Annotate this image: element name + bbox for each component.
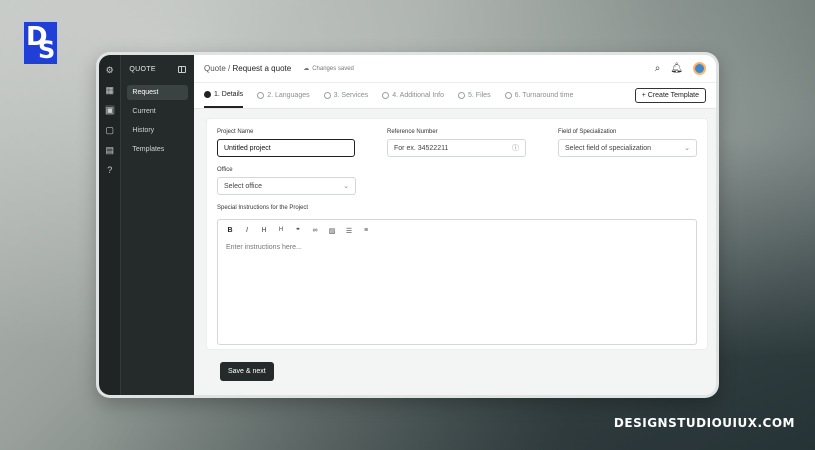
sidebar-item-templates[interactable]: Templates [127, 142, 188, 157]
tab-additional-info[interactable]: 4. Additional Info [382, 83, 444, 108]
saved-status: ☁ Changes saved [303, 65, 354, 73]
brand-watermark: DESIGNSTUDIOUIUX.COM [613, 416, 795, 430]
bold-icon[interactable]: B [226, 227, 234, 235]
project-name-label: Project Name [217, 129, 254, 135]
specialization-label: Field of Specialization [558, 129, 617, 135]
link-icon[interactable]: ∞ [311, 227, 319, 235]
check-circle-icon [504, 92, 512, 99]
check-circle-icon [257, 92, 265, 99]
save-next-button[interactable]: Save & next [220, 362, 274, 381]
specialization-select[interactable]: Select field of specialization ⌄ [558, 139, 697, 157]
office-label: Office [217, 167, 233, 173]
breadcrumb-current: Request a quote [232, 64, 292, 73]
italic-icon[interactable]: I [243, 227, 251, 235]
reference-number-label: Reference Number [387, 129, 438, 135]
breadcrumb: Quote / Request a quote [204, 64, 291, 73]
editor-toolbar: B I H H ❞ ∞ ▨ ☰ ≡ [218, 220, 696, 242]
project-name-value: Untitled project [224, 144, 271, 152]
image-icon[interactable]: ▨ [328, 227, 336, 235]
tab-files[interactable]: 5. Files [458, 83, 491, 108]
office-field: Office Select office ⌄ [217, 167, 356, 195]
project-name-input[interactable]: Untitled project [217, 139, 355, 157]
avatar[interactable] [693, 62, 706, 75]
tab-label: 1. Details [214, 91, 244, 98]
create-template-button[interactable]: + Create Template [634, 88, 706, 103]
collapse-sidebar-icon[interactable] [178, 65, 186, 73]
top-bar: Quote / Request a quote ☁ Changes saved … [194, 55, 716, 83]
top-actions: ⌕ 🔔︎ [655, 62, 706, 75]
instructions-editor[interactable]: B I H H ❞ ∞ ▨ ☰ ≡ Enter instructions her… [217, 219, 697, 345]
search-icon[interactable]: ⌕ [655, 63, 661, 74]
projects-icon[interactable]: ▢ [105, 125, 115, 135]
logo-letter-s: S [38, 36, 56, 64]
tab-label: 2. Languages [267, 92, 310, 99]
chevron-down-icon: ⌄ [343, 183, 349, 190]
sidebar-header: QUOTE [121, 55, 194, 83]
saved-status-text: Changes saved [312, 65, 354, 72]
sidebar-item-history[interactable]: History [127, 123, 188, 138]
office-select[interactable]: Select office ⌄ [217, 177, 356, 195]
designstudio-logo: D S [24, 22, 57, 64]
sidebar-item-request[interactable]: Request [127, 85, 188, 100]
quote-icon[interactable]: ❞ [294, 227, 302, 235]
details-form-card: Project Name Untitled project Reference … [206, 118, 708, 350]
main-content: Quote / Request a quote ☁ Changes saved … [194, 55, 716, 395]
heading2-icon[interactable]: H [277, 227, 285, 235]
documents-icon[interactable]: ▤ [105, 145, 115, 155]
app-window: ⚙ ▦ ▣ ▢ ▤ ? QUOTE Request Current Histor… [99, 55, 716, 395]
reference-number-field: Reference Number For ex. 34522211 ⓘ [387, 129, 526, 157]
tab-details[interactable]: 1. Details [204, 83, 244, 108]
help-icon[interactable]: ? [105, 165, 115, 175]
bell-icon[interactable]: 🔔︎ [670, 63, 683, 74]
device-frame: ⚙ ▦ ▣ ▢ ▤ ? QUOTE Request Current Histor… [96, 52, 719, 398]
check-circle-icon [458, 92, 466, 99]
dashboard-icon[interactable]: ▦ [105, 85, 115, 95]
specialization-field: Field of Specialization Select field of … [558, 129, 697, 157]
check-circle-icon [323, 92, 331, 99]
tab-languages[interactable]: 2. Languages [257, 83, 310, 108]
heading1-icon[interactable]: H [260, 227, 268, 235]
instructions-placeholder: Enter instructions here... [226, 244, 302, 251]
project-name-field: Project Name Untitled project [217, 129, 355, 157]
office-value: Select office [224, 182, 263, 190]
step-tabs: 1. Details 2. Languages 3. Services 4. A… [194, 83, 716, 109]
bullet-list-icon[interactable]: ☰ [345, 227, 353, 235]
cloud-icon: ☁ [303, 66, 310, 72]
reference-number-input[interactable]: For ex. 34522211 ⓘ [387, 139, 526, 157]
quote-icon[interactable]: ▣ [104, 105, 115, 115]
check-circle-icon [204, 91, 211, 98]
sidebar-title: QUOTE [129, 65, 156, 73]
icon-rail: ⚙ ▦ ▣ ▢ ▤ ? [99, 55, 122, 395]
tab-services[interactable]: 3. Services [323, 83, 369, 108]
chevron-down-icon: ⌄ [684, 145, 690, 152]
tab-label: 5. Files [468, 92, 491, 99]
logo-icon[interactable]: ⚙ [105, 65, 115, 75]
special-instructions-label: Special Instructions for the Project [217, 205, 309, 211]
breadcrumb-root[interactable]: Quote / [204, 64, 230, 73]
specialization-value: Select field of specialization [565, 144, 651, 152]
tab-turnaround-time[interactable]: 6. Turnaround time [504, 83, 574, 108]
tab-label: 4. Additional Info [392, 92, 445, 99]
special-instructions-field: Special Instructions for the Project B I… [217, 205, 697, 345]
reference-number-placeholder: For ex. 34522211 [394, 144, 449, 152]
form-row-1: Project Name Untitled project Reference … [217, 129, 697, 157]
tab-label: 3. Services [333, 92, 369, 99]
help-circle-icon[interactable]: ⓘ [512, 143, 519, 153]
sidebar-item-current[interactable]: Current [127, 104, 188, 119]
numbered-list-icon[interactable]: ≡ [362, 227, 370, 235]
tab-label: 6. Turnaround time [514, 92, 574, 99]
check-circle-icon [382, 92, 390, 99]
sidebar: QUOTE Request Current History Templates [121, 55, 194, 395]
